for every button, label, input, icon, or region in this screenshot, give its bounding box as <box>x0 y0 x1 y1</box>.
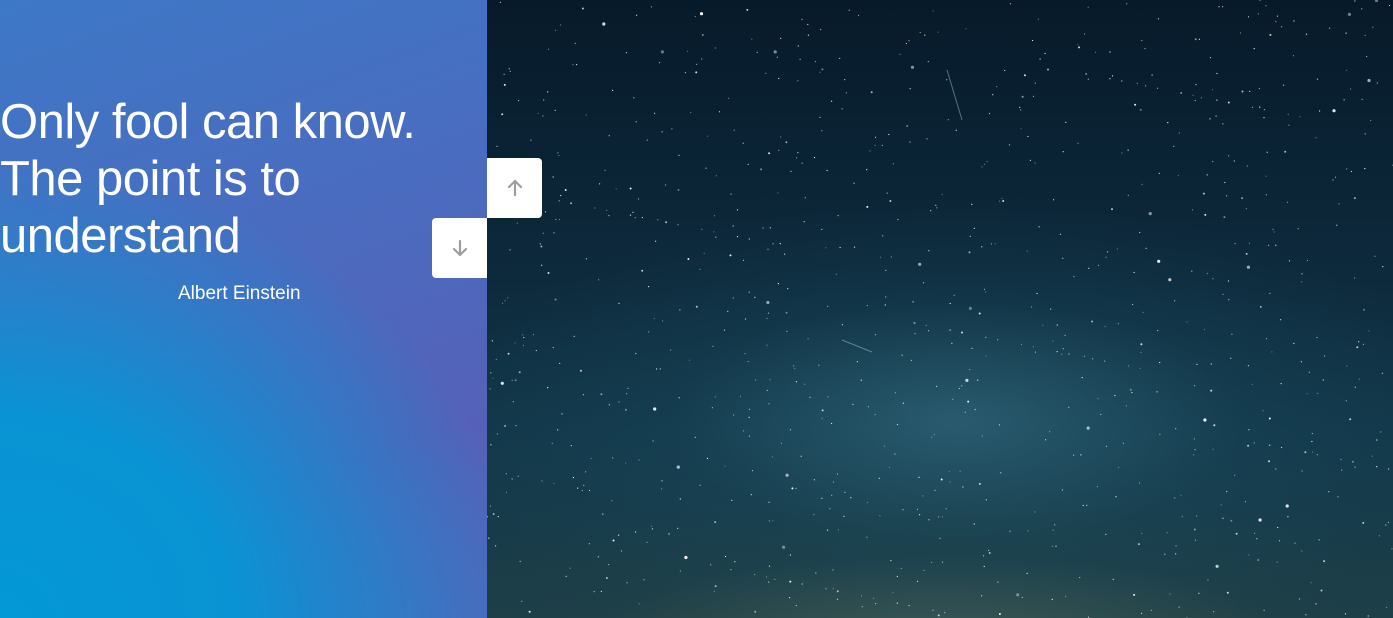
slide-up-button[interactable] <box>487 158 542 218</box>
quote-line-3: understand <box>0 209 241 263</box>
quote-author: Albert Einstein <box>178 283 301 304</box>
stars-layer <box>487 0 1393 618</box>
vertical-split-slider: Only fool can know. The point is to unde… <box>0 0 1393 618</box>
quote-text: Only fool can know. The point is to unde… <box>0 94 480 265</box>
starry-sky-image <box>487 0 1393 618</box>
quote-panel: Only fool can know. The point is to unde… <box>0 0 487 618</box>
slide-down-button[interactable] <box>432 218 487 278</box>
arrow-down-icon <box>452 239 467 257</box>
quote-line-2: The point is to <box>0 152 301 206</box>
quote-line-1: Only fool can know. <box>0 95 416 149</box>
arrow-up-icon <box>507 179 522 197</box>
